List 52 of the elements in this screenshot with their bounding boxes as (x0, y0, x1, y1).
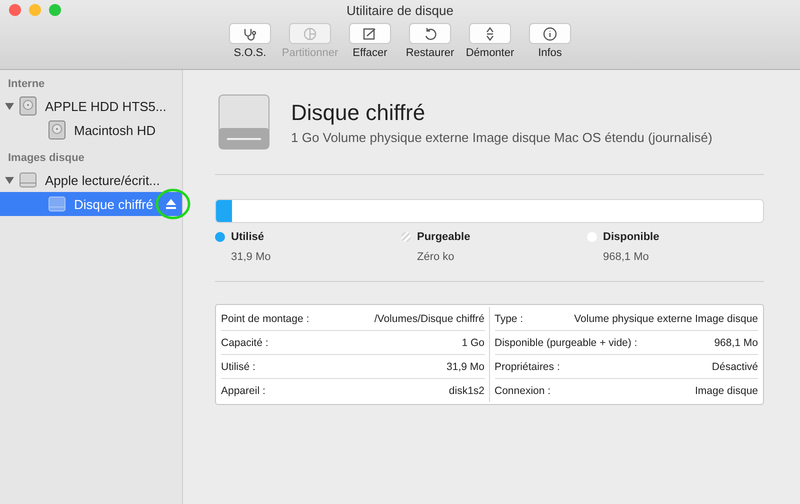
info-value: /Volumes/Disque chiffré (374, 312, 484, 324)
toolbar-label: S.O.S. (234, 47, 266, 59)
stethoscope-icon (242, 26, 258, 40)
info-value: Désactivé (712, 360, 758, 372)
info-label: Capacité : (221, 336, 268, 348)
info-value: 968,1 Mo (714, 336, 758, 348)
toolbar-button[interactable] (229, 23, 271, 44)
info-value: disk1s2 (448, 384, 484, 396)
pie-icon (302, 26, 318, 40)
legend-label: Utilisé (231, 231, 264, 243)
legend-value: 31,9 Mo (231, 251, 272, 263)
toolbar-button[interactable] (349, 23, 391, 44)
highlight-circle (155, 188, 191, 220)
toolbar-label: Partitionner (282, 47, 338, 59)
info-label: Utilisé : (221, 360, 256, 372)
info-value: Image disque (694, 384, 758, 396)
legend-value: Zéro ko (417, 251, 456, 263)
volume-name: Disque chiffré (291, 100, 426, 126)
toolbar-label: Démonter (466, 47, 514, 59)
info-label: Point de montage : (221, 312, 310, 324)
sidebar-item[interactable]: Disque chiffré (0, 192, 182, 216)
hard-drive-icon (48, 120, 66, 140)
close-button[interactable] (9, 4, 21, 16)
sidebar-item[interactable]: Apple lecture/écrit... (0, 168, 182, 192)
hard-drive-icon (19, 96, 37, 116)
volume-description: 1 Go Volume physique externe Image disque Mac OS étendu (journalisé) (291, 130, 712, 145)
toolbar-button[interactable] (469, 23, 511, 44)
toolbar-button[interactable] (409, 23, 451, 44)
info-value: Volume physique externe Image disque (574, 312, 758, 324)
toolbar-button[interactable] (529, 23, 571, 44)
info-value: 1 Go (462, 336, 484, 348)
info-label: Type : (494, 312, 524, 324)
legend-label: Purgeable (417, 231, 470, 243)
disclosure-triangle-icon[interactable] (5, 102, 14, 110)
section-title: Images disque (7, 151, 86, 166)
info-icon (542, 26, 558, 40)
toolbar-label: Effacer (352, 47, 388, 59)
drive-icon (217, 94, 271, 152)
info-label: Connexion : (494, 384, 551, 396)
legend-label: Disponible (603, 231, 660, 243)
legend-value: 968,1 Mo (603, 251, 650, 263)
info-label: Disponible (purgeable + vide) : (494, 336, 638, 348)
section-title: Interne (7, 77, 46, 92)
toolbar-label: Restaurer (406, 47, 454, 59)
info-value: 31,9 Mo (446, 360, 484, 372)
disclosure-triangle-icon[interactable] (5, 176, 14, 184)
sidebar-item[interactable]: APPLE HDD HTS5... (0, 94, 182, 118)
window-title: Utilitaire de disque (346, 2, 454, 20)
toolbar-label: Infos (538, 47, 562, 59)
info-label: Propriétaires : (494, 360, 560, 372)
sidebar-item[interactable]: Macintosh HD (0, 118, 182, 142)
info-label: Appareil : (221, 384, 266, 396)
